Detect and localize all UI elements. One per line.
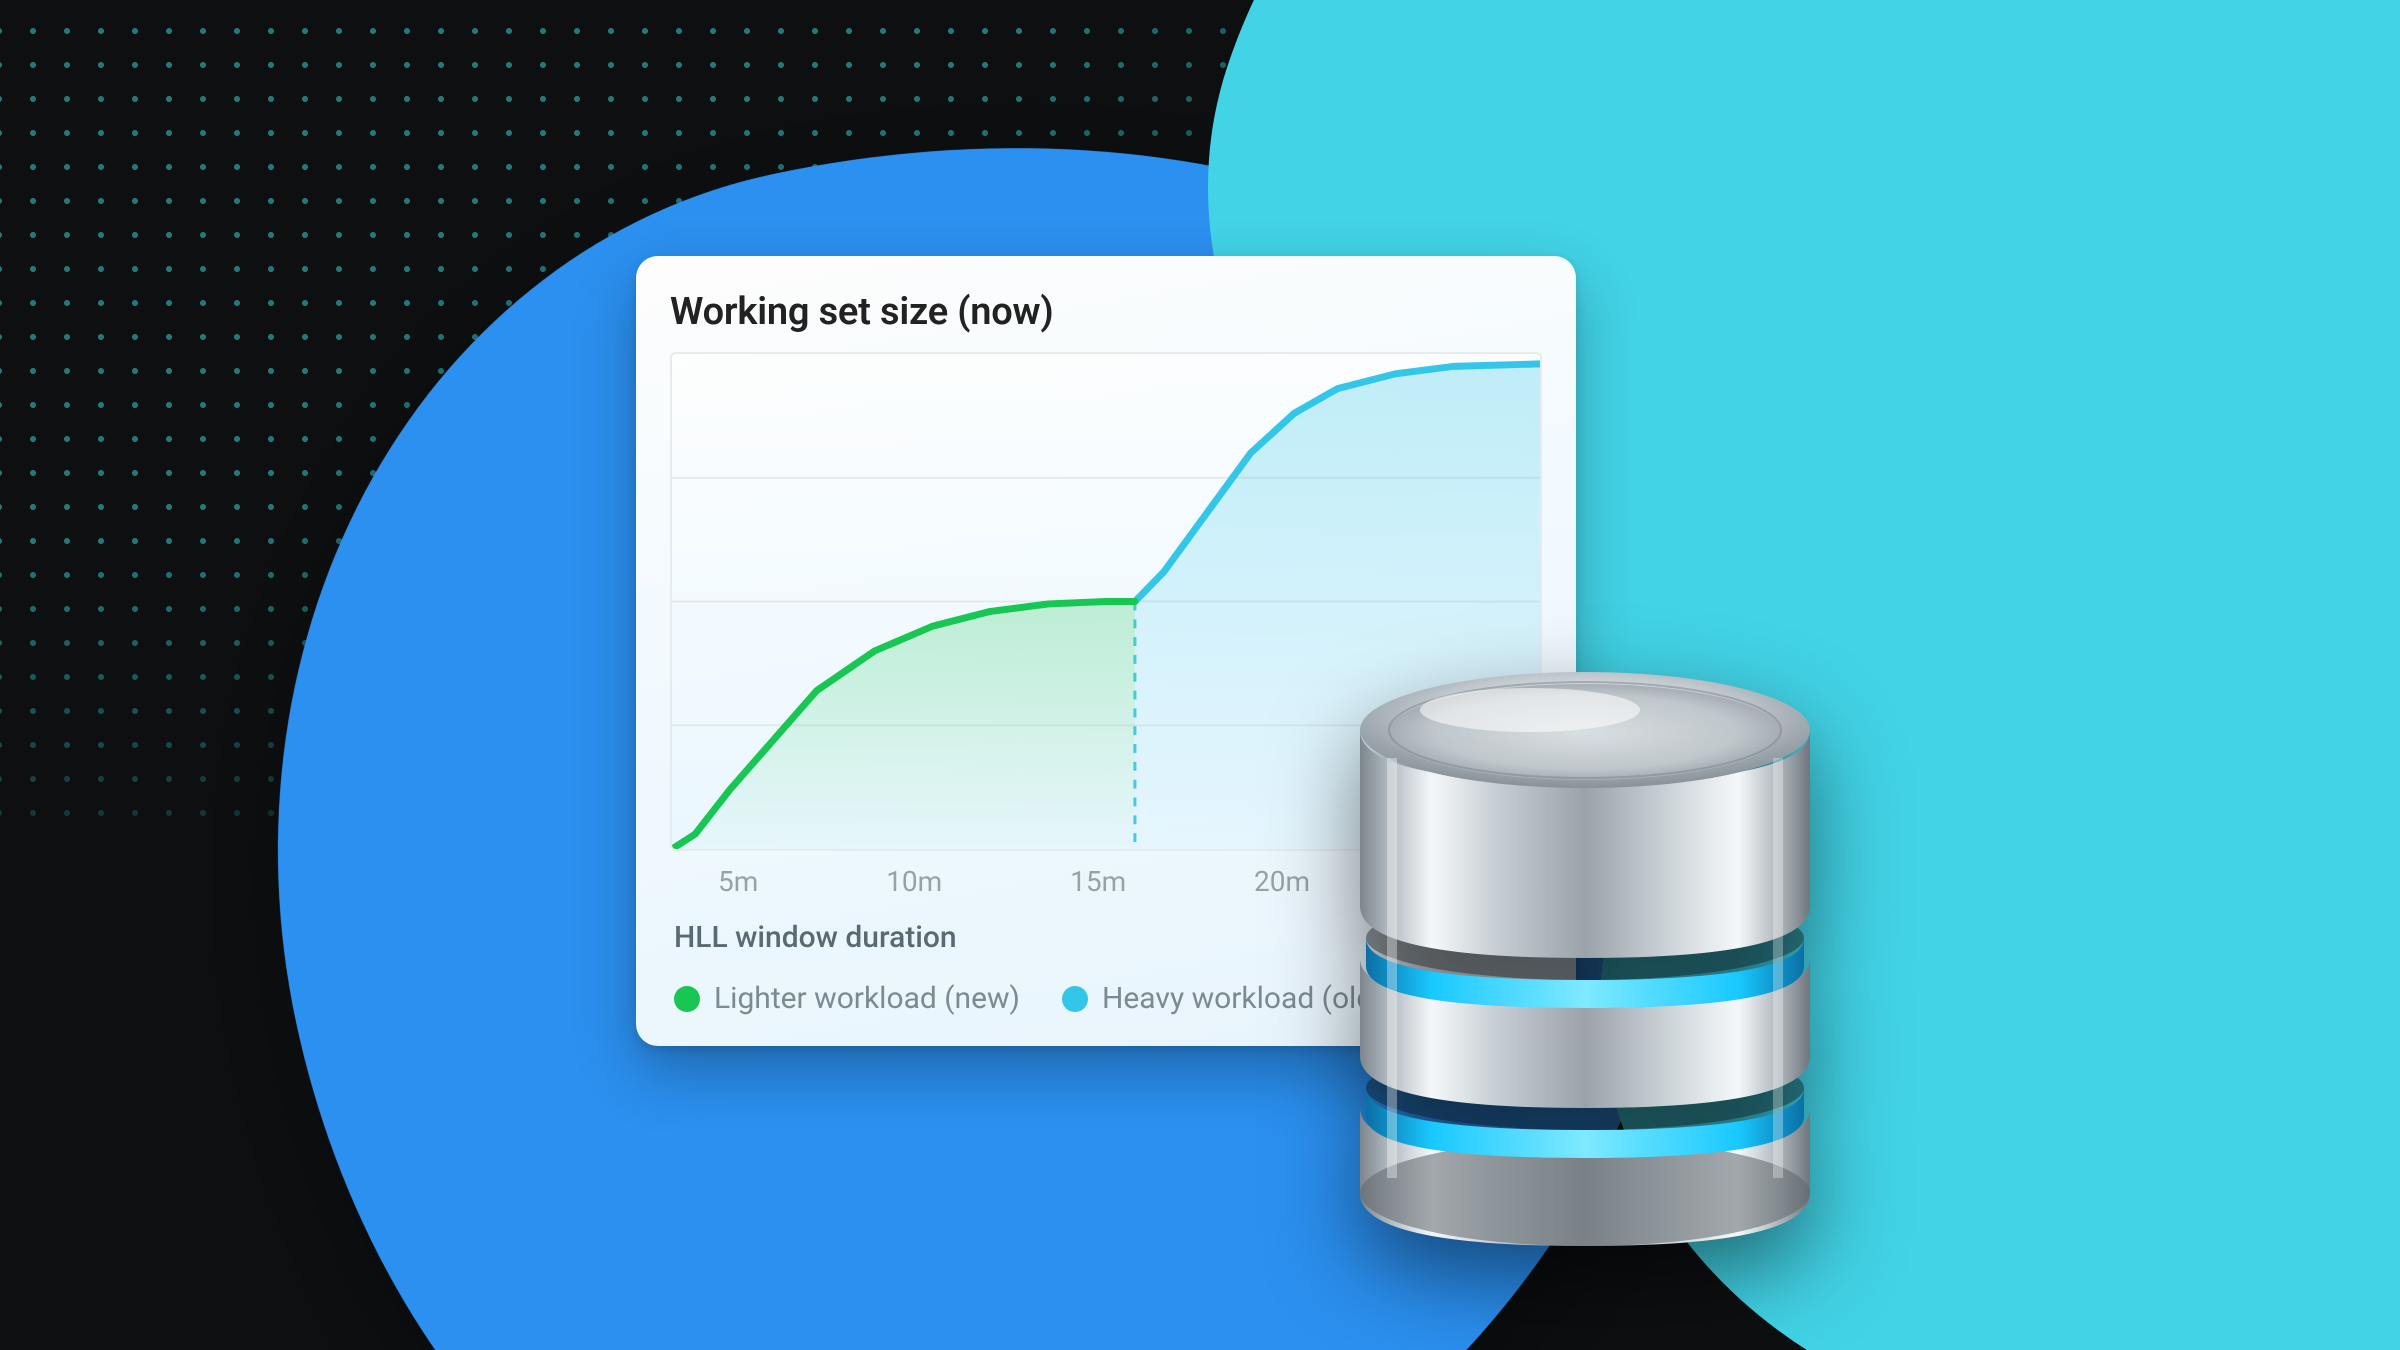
hero-illustration: Working set size (now) (0, 0, 2400, 1350)
legend-swatch-icon (1062, 986, 1088, 1012)
legend-swatch-icon (674, 986, 700, 1012)
legend-item-lighter: Lighter workload (new) (674, 981, 1020, 1016)
chart-title: Working set size (now) (670, 290, 1542, 334)
database-icon (1330, 618, 1840, 1258)
x-tick: 10m (886, 865, 942, 898)
legend-label: Lighter workload (new) (714, 981, 1020, 1016)
x-tick: 15m (1070, 865, 1126, 898)
x-tick: 20m (1254, 865, 1310, 898)
x-tick: 5m (718, 865, 758, 898)
